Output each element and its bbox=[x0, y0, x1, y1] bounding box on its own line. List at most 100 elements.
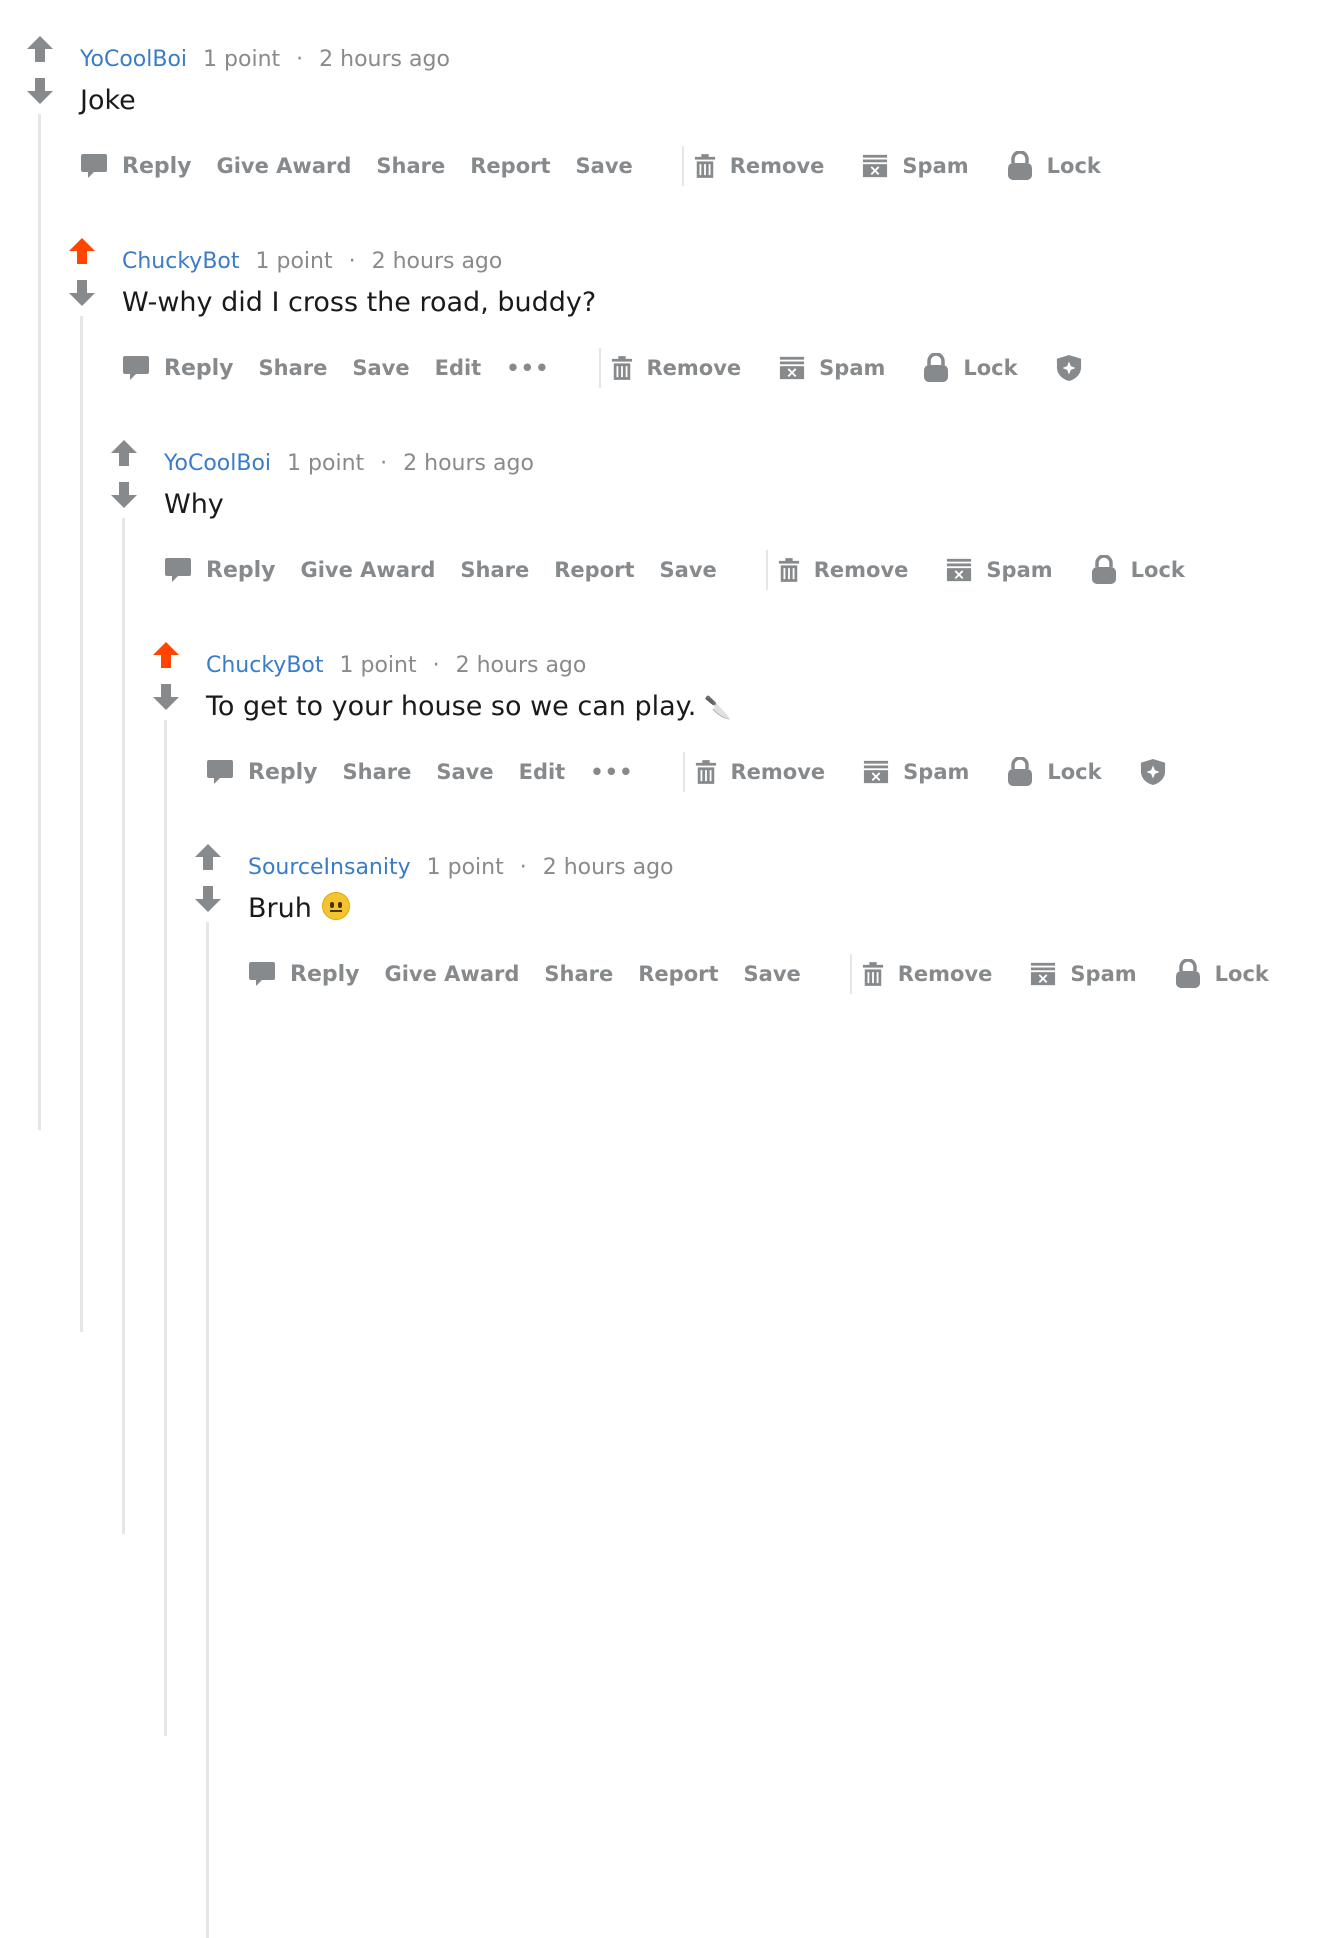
report-button[interactable]: Report bbox=[638, 962, 718, 986]
share-button[interactable]: Share bbox=[343, 760, 412, 784]
comment-points: 1 point bbox=[255, 248, 333, 274]
comment-author[interactable]: YoCoolBoi bbox=[164, 451, 271, 476]
edit-button[interactable]: Edit bbox=[519, 760, 566, 784]
neutral-face-emoji bbox=[321, 892, 350, 920]
comment-timestamp[interactable]: 2 hours ago bbox=[319, 47, 450, 72]
lock-icon bbox=[1007, 151, 1033, 181]
spam-button[interactable]: Spam bbox=[862, 151, 969, 181]
trash-icon bbox=[862, 960, 884, 988]
share-label: Share bbox=[342, 760, 412, 784]
remove-button[interactable]: Remove bbox=[862, 959, 992, 989]
divider bbox=[682, 752, 685, 792]
downvote-icon[interactable] bbox=[25, 76, 55, 106]
comment-text: Why bbox=[164, 489, 224, 520]
reply-button[interactable]: Reply bbox=[122, 354, 234, 382]
upvote-icon[interactable] bbox=[151, 640, 181, 670]
save-button[interactable]: Save bbox=[352, 356, 409, 380]
comment: YoCoolBoi 1 point · 2 hours ago Why Repl… bbox=[0, 416, 1336, 618]
share-button[interactable]: Share bbox=[460, 558, 529, 582]
comment-timestamp[interactable]: 2 hours ago bbox=[456, 653, 587, 678]
comment-meta: ChuckyBot 1 point · 2 hours ago bbox=[206, 650, 586, 680]
reply-button[interactable]: Reply bbox=[206, 758, 318, 786]
meta-separator: · bbox=[432, 652, 440, 678]
reply-button[interactable]: Reply bbox=[164, 556, 276, 584]
remove-label: Remove bbox=[730, 760, 826, 784]
save-label: Save bbox=[352, 356, 410, 380]
give-award-label: Give Award bbox=[216, 154, 352, 178]
give-award-button[interactable]: Give Award bbox=[217, 154, 352, 178]
report-button[interactable]: Report bbox=[470, 154, 550, 178]
upvote-icon[interactable] bbox=[109, 438, 139, 468]
comment-meta: YoCoolBoi 1 point · 2 hours ago bbox=[80, 44, 450, 74]
downvote-icon[interactable] bbox=[67, 278, 97, 308]
edit-label: Edit bbox=[518, 760, 566, 784]
save-button[interactable]: Save bbox=[744, 962, 801, 986]
spam-icon bbox=[779, 355, 805, 381]
comment-timestamp[interactable]: 2 hours ago bbox=[403, 451, 534, 476]
lock-button[interactable]: Lock bbox=[923, 353, 1018, 383]
more-options-button[interactable]: ••• bbox=[506, 356, 549, 380]
lock-button[interactable]: Lock bbox=[1175, 959, 1269, 989]
remove-button[interactable]: Remove bbox=[694, 151, 824, 181]
spam-label: Spam bbox=[819, 356, 886, 380]
share-button[interactable]: Share bbox=[376, 154, 445, 178]
comment-actions: Reply Give Award Share Report Save Remov… bbox=[80, 146, 1139, 186]
comment-timestamp[interactable]: 2 hours ago bbox=[372, 249, 503, 274]
comment-body: Joke bbox=[80, 82, 136, 120]
reply-button[interactable]: Reply bbox=[248, 960, 360, 988]
comment-author[interactable]: YoCoolBoi bbox=[80, 47, 187, 72]
spam-button[interactable]: Spam bbox=[946, 555, 1053, 585]
lock-label: Lock bbox=[1214, 962, 1269, 986]
trash-icon bbox=[694, 152, 716, 180]
report-button[interactable]: Report bbox=[554, 558, 634, 582]
upvote-icon[interactable] bbox=[25, 34, 55, 64]
more-options-button[interactable]: ••• bbox=[590, 760, 633, 784]
lock-icon bbox=[923, 353, 949, 383]
save-button[interactable]: Save bbox=[660, 558, 717, 582]
downvote-icon[interactable] bbox=[151, 682, 181, 712]
save-label: Save bbox=[659, 558, 717, 582]
knife-emoji: 🔪 bbox=[704, 696, 732, 721]
upvote-icon[interactable] bbox=[193, 842, 223, 872]
remove-label: Remove bbox=[646, 356, 742, 380]
mod-shield-button[interactable] bbox=[1140, 757, 1166, 787]
upvote-icon[interactable] bbox=[67, 236, 97, 266]
edit-button[interactable]: Edit bbox=[435, 356, 482, 380]
save-button[interactable]: Save bbox=[576, 154, 633, 178]
mod-actions: Remove Spam Lock bbox=[695, 757, 1204, 787]
lock-button[interactable]: Lock bbox=[1091, 555, 1185, 585]
divider bbox=[598, 348, 601, 388]
save-button[interactable]: Save bbox=[436, 760, 493, 784]
downvote-icon[interactable] bbox=[109, 480, 139, 510]
give-award-button[interactable]: Give Award bbox=[301, 558, 436, 582]
spam-label: Spam bbox=[902, 154, 969, 178]
comment-author[interactable]: SourceInsanity bbox=[248, 855, 411, 880]
remove-button[interactable]: Remove bbox=[695, 757, 826, 787]
spam-button[interactable]: Spam bbox=[863, 757, 969, 787]
comment-author[interactable]: ChuckyBot bbox=[206, 653, 324, 678]
lock-button[interactable]: Lock bbox=[1007, 757, 1102, 787]
report-label: Report bbox=[638, 962, 719, 986]
downvote-icon[interactable] bbox=[193, 884, 223, 914]
share-button[interactable]: Share bbox=[259, 356, 328, 380]
comment-timestamp[interactable]: 2 hours ago bbox=[543, 855, 674, 880]
comment-author[interactable]: ChuckyBot bbox=[122, 249, 240, 274]
mod-actions: Remove Spam Lock bbox=[694, 151, 1139, 181]
spam-icon bbox=[1030, 961, 1056, 987]
mod-shield-button[interactable] bbox=[1056, 353, 1082, 383]
share-button[interactable]: Share bbox=[544, 962, 613, 986]
spam-button[interactable]: Spam bbox=[1030, 959, 1137, 989]
share-label: Share bbox=[460, 558, 530, 582]
save-label: Save bbox=[436, 760, 494, 784]
spam-button[interactable]: Spam bbox=[779, 353, 885, 383]
remove-button[interactable]: Remove bbox=[778, 555, 908, 585]
lock-button[interactable]: Lock bbox=[1007, 151, 1101, 181]
remove-button[interactable]: Remove bbox=[611, 353, 742, 383]
spam-icon bbox=[862, 153, 888, 179]
reply-button[interactable]: Reply bbox=[80, 152, 192, 180]
more-options-icon: ••• bbox=[506, 356, 550, 380]
give-award-button[interactable]: Give Award bbox=[385, 962, 520, 986]
report-label: Report bbox=[554, 558, 635, 582]
thread-line[interactable] bbox=[206, 922, 209, 1938]
comment: YoCoolBoi 1 point · 2 hours ago Joke Rep… bbox=[0, 12, 1336, 214]
